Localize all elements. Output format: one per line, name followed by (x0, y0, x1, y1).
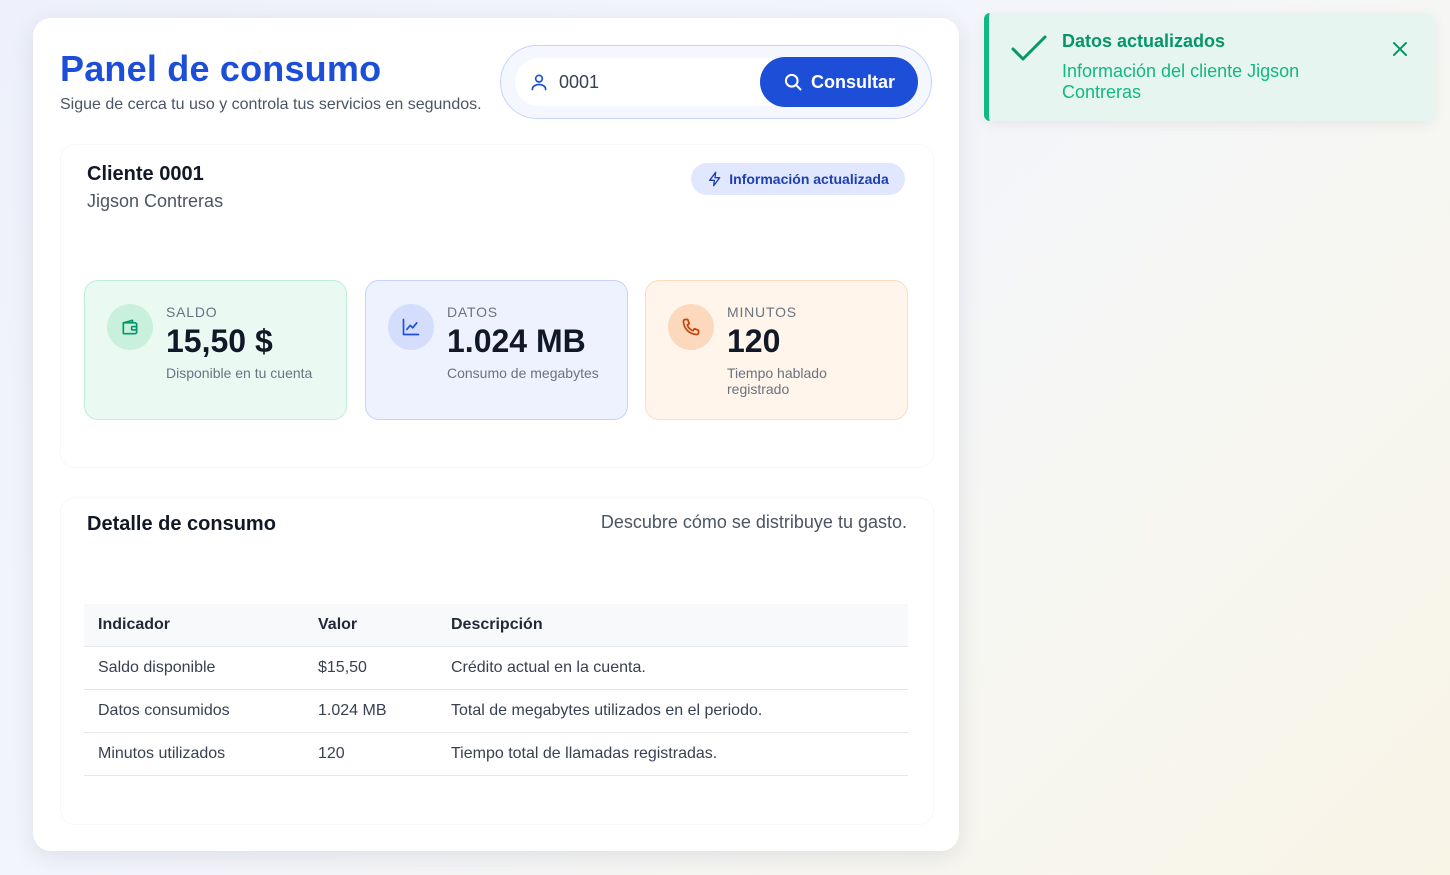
consumption-panel: Panel de consumo Sigue de cerca tu uso y… (33, 18, 959, 851)
toast-message: Información del cliente Jigson Contreras (1062, 61, 1300, 102)
column-header: Valor (304, 604, 437, 647)
column-header: Descripción (437, 604, 908, 647)
table-cell: Tiempo total de llamadas registradas. (437, 732, 908, 776)
data-stat-card: DATOS 1.024 MB Consumo de megabytes (365, 280, 628, 420)
client-name: Jigson Contreras (87, 191, 224, 211)
chart-line-icon (388, 304, 434, 350)
data-description: Consumo de megabytes (447, 365, 599, 381)
table-header-row: Indicador Valor Descripción (84, 604, 908, 647)
client-search-form: Consultar (500, 45, 932, 119)
balance-label: SALDO (166, 304, 218, 320)
minutes-description: Tiempo hablado registrado (727, 365, 827, 397)
consumption-detail-card: Detalle de consumo Descubre cómo se dist… (61, 498, 933, 824)
table-cell: Total de megabytes utilizados en el peri… (437, 689, 908, 733)
balance-stat-card: SALDO 15,50 $ Disponible en tu cuenta (84, 280, 347, 420)
balance-description: Disponible en tu cuenta (166, 365, 313, 381)
table-row: Minutos utilizados 120 Tiempo total de l… (84, 732, 908, 776)
data-label: DATOS (447, 304, 498, 320)
table-cell: Crédito actual en la cuenta. (437, 646, 908, 690)
close-icon[interactable] (1389, 38, 1411, 60)
minutes-stat-card: MINUTOS 120 Tiempo hablado registrado (645, 280, 908, 420)
table-cell: Minutos utilizados (84, 732, 304, 776)
consult-button-label: Consultar (810, 71, 895, 92)
client-summary-card: Cliente 0001 Jigson Contreras Informació… (61, 145, 933, 467)
lightning-icon (709, 171, 721, 187)
user-icon (531, 74, 547, 91)
detail-title: Detalle de consumo (87, 513, 276, 535)
detail-subtitle: Descubre cómo se distribuye tu gasto. (600, 512, 907, 532)
client-search-field[interactable] (515, 58, 775, 106)
search-icon (784, 73, 802, 91)
table-cell: Saldo disponible (84, 646, 304, 690)
minutes-label: MINUTOS (727, 304, 797, 320)
phone-icon (668, 304, 714, 350)
table-cell: Datos consumidos (84, 689, 304, 733)
column-header: Indicador (84, 604, 304, 647)
wallet-icon (107, 304, 153, 350)
success-toast: Datos actualizados Información del clien… (984, 13, 1434, 121)
balance-value: 15,50 $ (166, 323, 273, 359)
page-subtitle: Sigue de cerca tu uso y controla tus ser… (60, 96, 482, 113)
client-id: Cliente 0001 (87, 163, 204, 185)
table-cell: $15,50 (304, 646, 437, 690)
data-value: 1.024 MB (447, 323, 586, 359)
consumption-table: Indicador Valor Descripción Saldo dispon… (84, 604, 908, 776)
table-cell: 1.024 MB (304, 689, 437, 733)
table-cell: 120 (304, 732, 437, 776)
table-row: Saldo disponible $15,50 Crédito actual e… (84, 646, 908, 690)
page-title: Panel de consumo (60, 48, 382, 89)
status-badge-label: Información actualizada (729, 171, 889, 187)
minutes-value: 120 (727, 323, 781, 359)
checkmark-icon (1011, 35, 1047, 61)
table-row: Datos consumidos 1.024 MB Total de megab… (84, 689, 908, 733)
consult-button[interactable]: Consultar (760, 57, 918, 107)
toast-title: Datos actualizados (1062, 31, 1226, 51)
status-badge: Información actualizada (691, 163, 905, 195)
client-search-input[interactable] (559, 66, 759, 98)
